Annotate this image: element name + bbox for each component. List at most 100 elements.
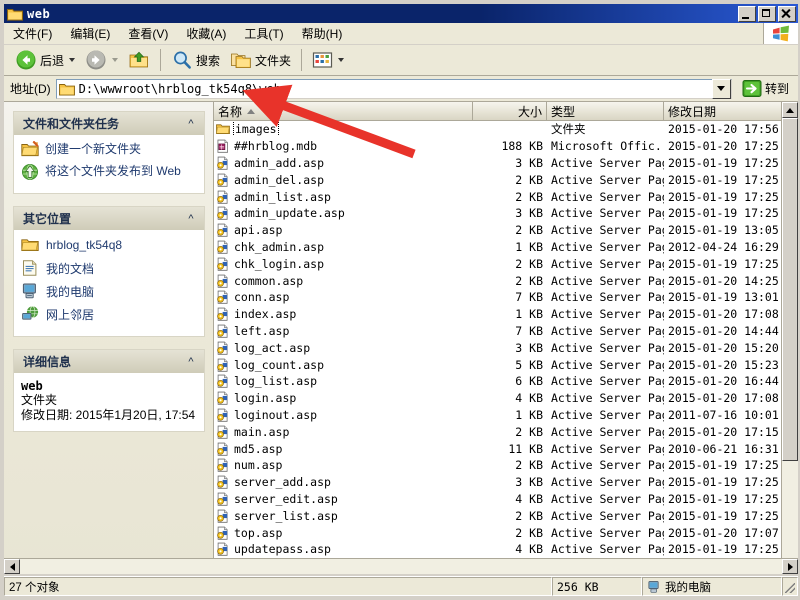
file-row[interactable]: admin_del.asp2 KBActive Server Page2015-… — [214, 171, 798, 188]
file-row[interactable]: md5.asp11 KBActive Server Page2010-06-21… — [214, 440, 798, 457]
scroll-left-button[interactable] — [4, 559, 20, 574]
file-row[interactable]: admin_list.asp2 KBActive Server Page2015… — [214, 188, 798, 205]
menu-favorites[interactable]: 收藏(A) — [177, 22, 235, 45]
menu-tools[interactable]: 工具(T) — [235, 22, 292, 45]
file-row[interactable]: updatepass.asp4 KBActive Server Page2015… — [214, 541, 798, 558]
chevron-up-icon[interactable]: ^ — [184, 212, 198, 226]
file-row[interactable]: admin_add.asp3 KBActive Server Page2015-… — [214, 155, 798, 172]
horizontal-scrollbar[interactable] — [4, 558, 798, 574]
file-row[interactable]: loginout.asp1 KBActive Server Page2011-0… — [214, 407, 798, 424]
scroll-up-button[interactable] — [782, 102, 798, 118]
menu-edit[interactable]: 编辑(E) — [61, 22, 119, 45]
folders-button[interactable]: 文件夹 — [225, 46, 296, 74]
address-input[interactable]: D:\wwwroot\hrblog_tk54q8\web — [56, 79, 732, 99]
other-places-body: hrblog_tk54q8 我的文档 — [13, 230, 205, 337]
back-dropdown-icon[interactable] — [69, 58, 75, 62]
go-button[interactable]: 转到 — [737, 77, 794, 101]
place-parent-folder[interactable]: hrblog_tk54q8 — [21, 236, 197, 254]
file-name-label: main.asp — [234, 425, 289, 439]
file-size-cell: 2 KB — [473, 509, 547, 523]
file-size-cell: 1 KB — [473, 240, 547, 254]
views-button[interactable] — [307, 46, 349, 74]
chevron-up-icon[interactable]: ^ — [184, 355, 198, 369]
up-button[interactable] — [123, 46, 155, 74]
menu-view[interactable]: 查看(V) — [119, 22, 177, 45]
file-tasks-header[interactable]: 文件和文件夹任务 ^ — [13, 111, 205, 135]
vertical-scrollbar[interactable] — [781, 102, 798, 574]
column-header-0[interactable]: 名称 — [214, 102, 473, 120]
file-row[interactable]: log_list.asp6 KBActive Server Page2015-0… — [214, 373, 798, 390]
scroll-track[interactable] — [782, 118, 798, 558]
forward-dropdown-icon[interactable] — [112, 58, 118, 62]
asp-icon — [216, 274, 230, 288]
file-modified-cell: 2015-01-20 15:23 — [664, 358, 784, 372]
file-name-label: admin_del.asp — [234, 173, 324, 187]
other-places-header[interactable]: 其它位置 ^ — [13, 206, 205, 230]
file-name-label: log_list.asp — [234, 374, 317, 388]
file-row[interactable]: log_act.asp3 KBActive Server Page2015-01… — [214, 339, 798, 356]
resize-grip[interactable] — [782, 577, 798, 596]
file-row[interactable]: main.asp2 KBActive Server Page2015-01-20… — [214, 423, 798, 440]
file-row[interactable]: server_edit.asp4 KBActive Server Page201… — [214, 491, 798, 508]
file-modified-cell: 2015-01-20 16:44 — [664, 374, 784, 388]
status-location: 我的电脑 — [642, 577, 782, 596]
file-type-cell: 文件夹 — [547, 121, 664, 137]
file-size-cell: 1 KB — [473, 408, 547, 422]
network-places-icon — [21, 305, 39, 323]
arrow-left-icon — [10, 563, 15, 571]
hscroll-track[interactable] — [20, 559, 782, 574]
title-bar[interactable]: web — [4, 4, 798, 23]
file-row[interactable]: common.asp2 KBActive Server Page2015-01-… — [214, 272, 798, 289]
file-modified-cell: 2015-01-19 17:25 — [664, 542, 784, 556]
details-header[interactable]: 详细信息 ^ — [13, 349, 205, 373]
column-header-3[interactable]: 修改日期 — [664, 102, 784, 120]
file-name-label: log_count.asp — [234, 358, 324, 372]
maximize-button[interactable] — [758, 6, 776, 22]
file-row[interactable]: left.asp7 KBActive Server Page2015-01-20… — [214, 323, 798, 340]
file-row[interactable]: server_list.asp2 KBActive Server Page201… — [214, 507, 798, 524]
file-row[interactable]: top.asp2 KBActive Server Page2015-01-20 … — [214, 524, 798, 541]
search-button[interactable]: 搜索 — [166, 46, 225, 74]
mdb-icon — [216, 139, 230, 153]
file-row[interactable]: conn.asp7 KBActive Server Page2015-01-19… — [214, 289, 798, 306]
views-dropdown-icon[interactable] — [338, 58, 344, 62]
file-row[interactable]: index.asp1 KBActive Server Page2015-01-2… — [214, 306, 798, 323]
address-dropdown-button[interactable] — [712, 79, 731, 99]
minimize-button[interactable] — [738, 6, 756, 22]
file-name-cell: chk_login.asp — [214, 257, 473, 271]
close-button[interactable] — [778, 6, 796, 22]
column-header-1[interactable]: 大小 — [473, 102, 547, 120]
file-row[interactable]: images文件夹2015-01-20 17:56 — [214, 121, 798, 138]
place-my-computer[interactable]: 我的电脑 — [21, 282, 197, 300]
file-name-cell: md5.asp — [214, 442, 473, 456]
task-create-new-folder[interactable]: 创建一个新文件夹 — [21, 141, 197, 159]
file-type-cell: Active Server Page — [547, 307, 664, 321]
file-row[interactable]: log_count.asp5 KBActive Server Page2015-… — [214, 356, 798, 373]
task-publish-to-web[interactable]: 将这个文件夹发布到 Web — [21, 163, 197, 181]
file-row[interactable]: ##hrblog.mdb188 KBMicrosoft Offic...2015… — [214, 138, 798, 155]
menu-file[interactable]: 文件(F) — [4, 22, 61, 45]
file-row[interactable]: login.asp4 KBActive Server Page2015-01-2… — [214, 390, 798, 407]
file-name-cell: api.asp — [214, 223, 473, 237]
file-row[interactable]: server_add.asp3 KBActive Server Page2015… — [214, 474, 798, 491]
place-my-documents[interactable]: 我的文档 — [21, 259, 197, 277]
file-name-cell: log_count.asp — [214, 358, 473, 372]
file-modified-cell: 2015-01-20 17:08 — [664, 307, 784, 321]
back-button[interactable]: 后退 — [10, 46, 80, 74]
file-row[interactable]: admin_update.asp3 KBActive Server Page20… — [214, 205, 798, 222]
file-row[interactable]: num.asp2 KBActive Server Page2015-01-19 … — [214, 457, 798, 474]
scroll-thumb[interactable] — [782, 118, 798, 461]
file-row[interactable]: chk_admin.asp1 KBActive Server Page2012-… — [214, 239, 798, 256]
file-size-cell: 4 KB — [473, 542, 547, 556]
chevron-up-icon[interactable]: ^ — [184, 117, 198, 131]
place-network-places[interactable]: 网上邻居 — [21, 305, 197, 323]
details-item-name: web — [21, 379, 197, 393]
menu-help[interactable]: 帮助(H) — [293, 22, 352, 45]
file-row[interactable]: api.asp2 KBActive Server Page2015-01-19 … — [214, 222, 798, 239]
file-size-cell: 3 KB — [473, 475, 547, 489]
forward-button[interactable] — [80, 46, 123, 74]
folder-icon — [59, 82, 75, 96]
column-header-2[interactable]: 类型 — [547, 102, 664, 120]
file-row[interactable]: chk_login.asp2 KBActive Server Page2015-… — [214, 255, 798, 272]
scroll-right-button[interactable] — [782, 559, 798, 574]
